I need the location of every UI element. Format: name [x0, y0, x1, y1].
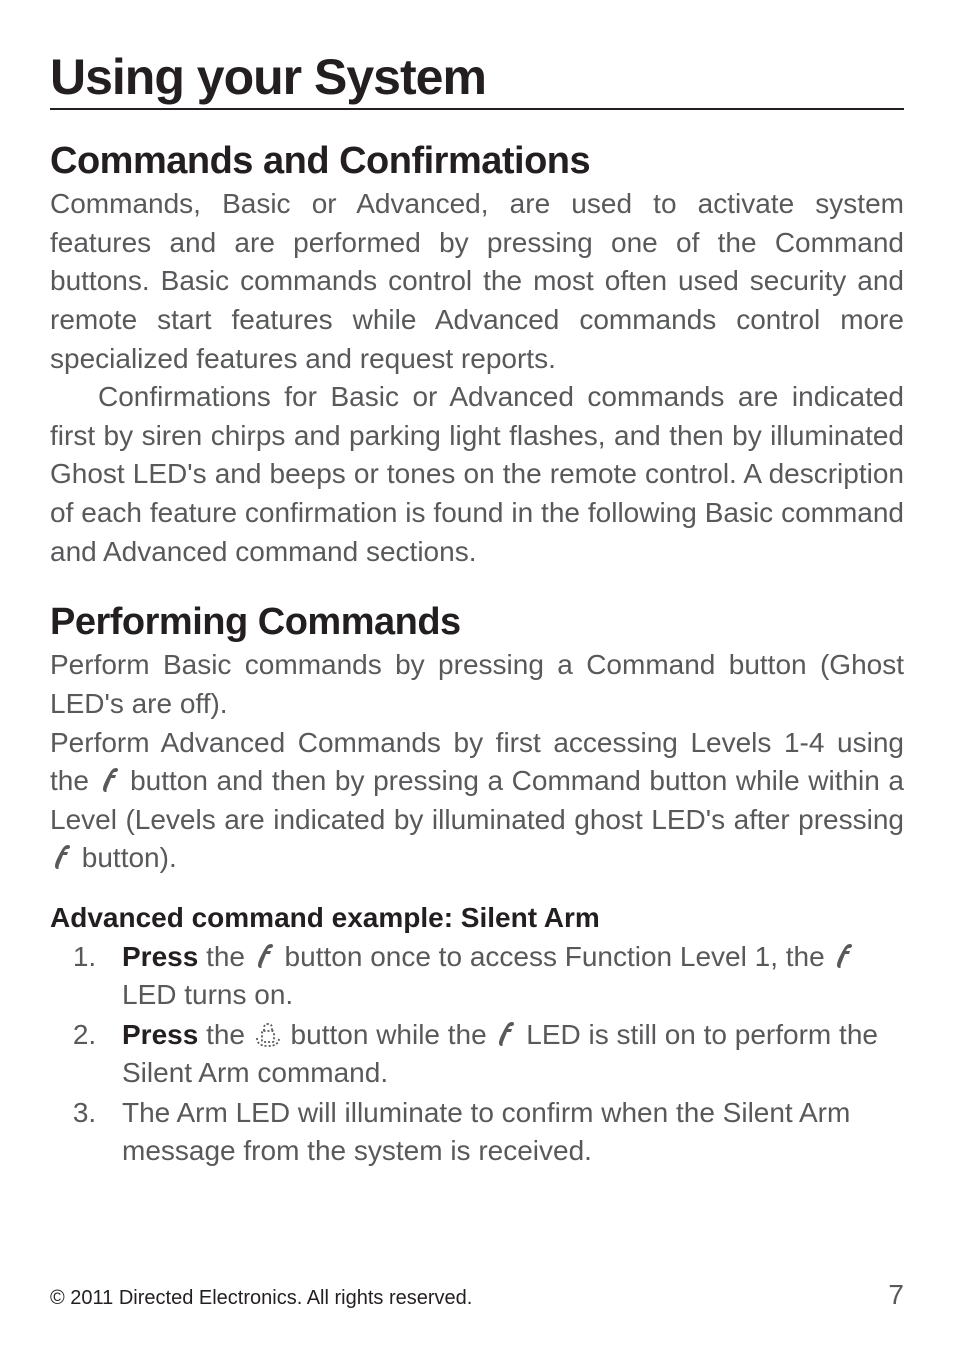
- copyright: © 2011 Directed Electronics. All rights …: [50, 1287, 472, 1310]
- step1-a: the: [198, 941, 252, 972]
- f-icon: [98, 762, 122, 796]
- page-number: 7: [888, 1279, 904, 1311]
- steps-list: Press the button once to access Function…: [50, 938, 904, 1170]
- para-commands-1: Commands, Basic or Advanced, are used to…: [50, 185, 904, 378]
- f-icon: [494, 1016, 518, 1050]
- para2-text-c: button).: [74, 842, 177, 873]
- heading-commands-confirmations: Commands and Confirmations: [50, 140, 904, 183]
- page-container: Using your System Commands and Confirmat…: [0, 0, 954, 1359]
- step-2: Press the button while the LED is still …: [104, 1016, 904, 1092]
- step-1: Press the button once to access Function…: [104, 938, 904, 1014]
- heading-performing-commands: Performing Commands: [50, 601, 904, 644]
- f-icon: [253, 938, 277, 972]
- para-commands-2: Confirmations for Basic or Advanced comm…: [50, 378, 904, 571]
- para-performing-2: Perform Advanced Commands by first acces…: [50, 724, 904, 879]
- step2-a: the: [198, 1019, 252, 1050]
- para-performing-1: Perform Basic commands by pressing a Com…: [50, 646, 904, 723]
- step2-b: button while the: [283, 1019, 495, 1050]
- f-icon: [832, 938, 856, 972]
- f-icon: [50, 839, 74, 873]
- step1-press: Press: [122, 941, 198, 972]
- para2-text-b: button and then by pressing a Command bu…: [50, 765, 904, 835]
- heading-example: Advanced command example: Silent Arm: [50, 902, 904, 934]
- footer: © 2011 Directed Electronics. All rights …: [50, 1279, 904, 1311]
- lock-icon: [253, 1018, 283, 1050]
- page-title: Using your System: [50, 48, 904, 110]
- step2-press: Press: [122, 1019, 198, 1050]
- step-3: The Arm LED will illuminate to confirm w…: [104, 1094, 904, 1170]
- step1-b: button once to access Function Level 1, …: [277, 941, 833, 972]
- step1-c: LED turns on.: [122, 979, 293, 1010]
